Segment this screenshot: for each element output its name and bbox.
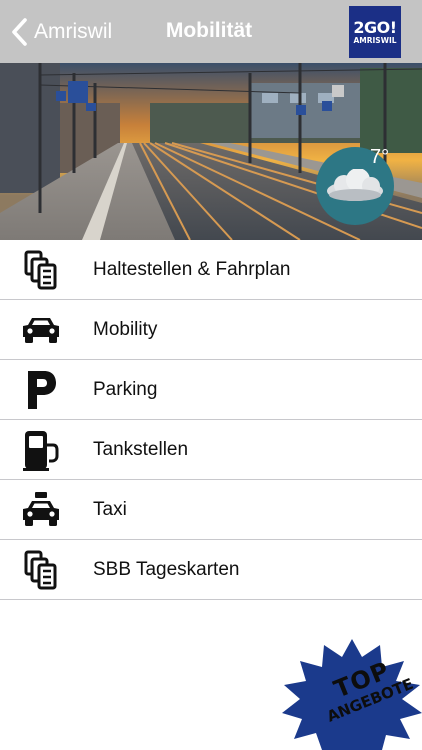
cloud-icon — [327, 169, 383, 201]
menu-list: Haltestellen & Fahrplan Mobility Parking — [0, 240, 422, 600]
list-item-mobility[interactable]: Mobility — [0, 300, 422, 360]
list-item-label: Taxi — [93, 498, 127, 520]
list-item-label: Tankstellen — [93, 438, 189, 460]
list-item-haltestellen[interactable]: Haltestellen & Fahrplan — [0, 240, 422, 300]
brand-logo[interactable]: 2GO! AMRISWIL — [349, 6, 401, 58]
list-item-label: Haltestellen & Fahrplan — [93, 258, 291, 280]
taxi-icon — [20, 490, 62, 530]
logo-text: 2GO! — [353, 17, 397, 37]
car-icon — [20, 310, 62, 350]
list-item-label: Parking — [93, 378, 158, 400]
ticket-stack-icon — [20, 250, 62, 290]
fuel-pump-icon — [20, 430, 62, 471]
temperature-value: 7° — [370, 146, 390, 168]
list-item-tankstellen[interactable]: Tankstellen — [0, 420, 422, 480]
list-item-label: SBB Tageskarten — [93, 558, 240, 580]
list-item-sbb-tageskarten[interactable]: SBB Tageskarten — [0, 540, 422, 600]
list-item-label: Mobility — [93, 318, 158, 340]
logo-subtext: AMRISWIL — [353, 35, 397, 45]
parking-icon — [20, 370, 62, 410]
ticket-stack-icon — [20, 550, 62, 590]
list-item-taxi[interactable]: Taxi — [0, 480, 422, 540]
navigation-bar: Amriswil Mobilität 2GO! AMRISWIL — [0, 0, 422, 63]
list-item-parking[interactable]: Parking — [0, 360, 422, 420]
